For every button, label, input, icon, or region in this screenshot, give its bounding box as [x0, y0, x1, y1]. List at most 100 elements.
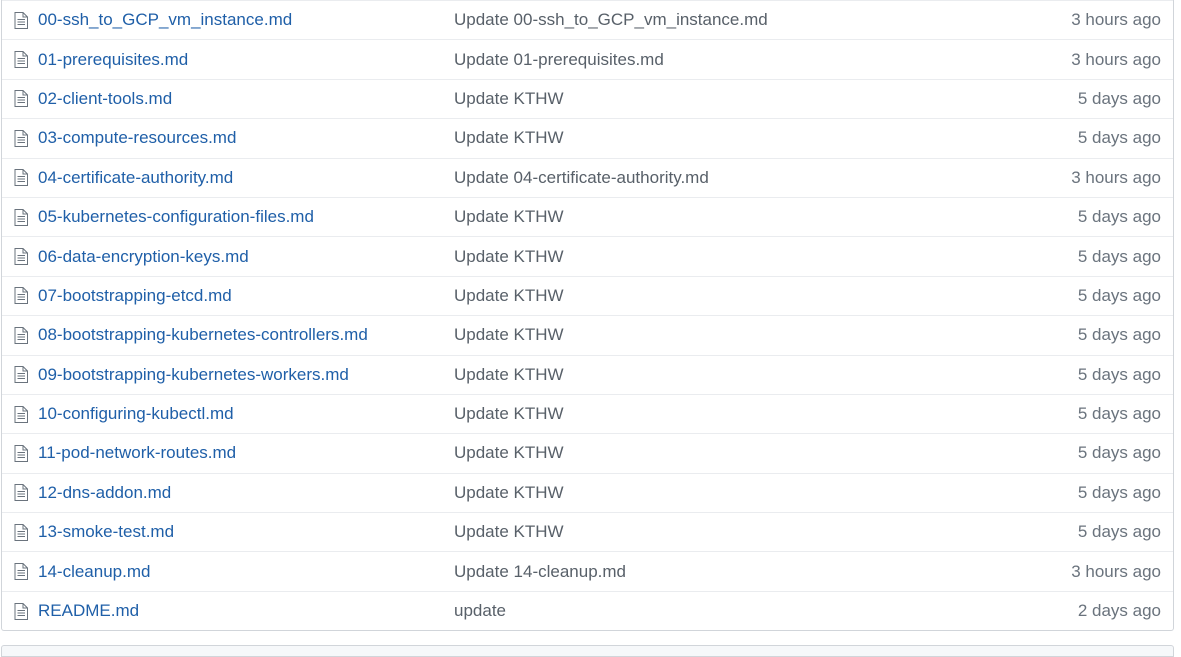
file-name-cell: 09-bootstrapping-kubernetes-workers.md [38, 365, 454, 385]
commit-message-link[interactable]: Update 01-prerequisites.md [454, 50, 664, 69]
commit-message-cell: Update 01-prerequisites.md [454, 50, 961, 70]
file-name-link[interactable]: 00-ssh_to_GCP_vm_instance.md [38, 10, 292, 29]
file-row[interactable]: 00-ssh_to_GCP_vm_instance.md Update 00-ss… [2, 0, 1173, 39]
commit-message-cell: Update KTHW [454, 483, 961, 503]
file-text-icon [2, 366, 38, 384]
commit-message-cell: Update KTHW [454, 89, 961, 109]
commit-message-link[interactable]: Update KTHW [454, 89, 564, 108]
file-row[interactable]: 07-bootstrapping-etcd.md Update KTHW 5 day… [2, 275, 1173, 315]
file-name-link[interactable]: 08-bootstrapping-kubernetes-controllers.… [38, 325, 368, 344]
file-name-cell: 04-certificate-authority.md [38, 168, 454, 188]
commit-message-link[interactable]: update [454, 601, 506, 620]
file-name-link[interactable]: 14-cleanup.md [38, 562, 150, 581]
file-name-link[interactable]: README.md [38, 601, 139, 620]
file-row[interactable]: README.md update 2 days ago [2, 590, 1173, 630]
commit-message-cell: Update 00-ssh_to_GCP_vm_instance.md [454, 10, 961, 30]
file-row[interactable]: 11-pod-network-routes.md Update KTHW 5 day… [2, 433, 1173, 472]
file-row[interactable]: 10-configuring-kubectl.md Update KTHW 5 da… [2, 393, 1173, 433]
file-name-cell: 08-bootstrapping-kubernetes-controllers.… [38, 325, 454, 345]
commit-age: 3 hours ago [1071, 167, 1161, 187]
file-name-link[interactable]: 13-smoke-test.md [38, 522, 174, 541]
commit-age: 5 days ago [1077, 443, 1161, 463]
file-name-cell: 06-data-encryption-keys.md [38, 247, 454, 267]
file-row[interactable]: 02-client-tools.md Update KTHW 5 days ago [2, 78, 1173, 118]
file-row[interactable]: 01-prerequisites.md Update 01-prerequisit… [2, 39, 1173, 78]
commit-message-cell: Update KTHW [454, 443, 961, 463]
file-name-cell: 00-ssh_to_GCP_vm_instance.md [38, 10, 454, 30]
commit-message-link[interactable]: Update 14-cleanup.md [454, 562, 626, 581]
commit-age: 2 days ago [1077, 601, 1161, 621]
commit-message-link[interactable]: Update KTHW [454, 404, 564, 423]
file-name-link[interactable]: 02-client-tools.md [38, 89, 172, 108]
file-row[interactable]: 05-kubernetes-configuration-files.md Upda… [2, 196, 1173, 236]
commit-message-cell: Update KTHW [454, 207, 961, 227]
file-name-link[interactable]: 01-prerequisites.md [38, 50, 188, 69]
commit-age: 5 days ago [1077, 482, 1161, 502]
file-text-icon [2, 208, 38, 226]
file-name-link[interactable]: 07-bootstrapping-etcd.md [38, 286, 232, 305]
file-row[interactable]: 14-cleanup.md Update 14-cleanup.md 3 hours… [2, 551, 1173, 590]
file-name-cell: 07-bootstrapping-etcd.md [38, 286, 454, 306]
commit-message-cell: Update KTHW [454, 522, 961, 542]
commit-message-link[interactable]: Update KTHW [454, 522, 564, 541]
commit-age: 5 days ago [1077, 325, 1161, 345]
file-name-link[interactable]: 12-dns-addon.md [38, 483, 171, 502]
file-row[interactable]: 09-bootstrapping-kubernetes-workers.md Up… [2, 354, 1173, 394]
commit-message-link[interactable]: Update KTHW [454, 247, 564, 266]
commit-message-link[interactable]: Update 00-ssh_to_GCP_vm_instance.md [454, 10, 768, 29]
commit-message-link[interactable]: Update KTHW [454, 207, 564, 226]
commit-age: 5 days ago [1077, 404, 1161, 424]
commit-message-link[interactable]: Update KTHW [454, 443, 564, 462]
commit-message-cell: Update KTHW [454, 247, 961, 267]
file-name-link[interactable]: 11-pod-network-routes.md [38, 443, 236, 462]
file-row[interactable]: 04-certificate-authority.md Update 04-cer… [2, 157, 1173, 197]
file-name-cell: 14-cleanup.md [38, 562, 454, 582]
file-row[interactable]: 08-bootstrapping-kubernetes-controllers.… [2, 315, 1173, 354]
commit-message-cell: Update KTHW [454, 286, 961, 306]
file-name-cell: README.md [38, 601, 454, 621]
commit-message-cell: Update 04-certificate-authority.md [454, 168, 961, 188]
file-text-icon [2, 484, 38, 502]
file-name-cell: 01-prerequisites.md [38, 50, 454, 70]
file-name-cell: 13-smoke-test.md [38, 522, 454, 542]
file-row[interactable]: 03-compute-resources.md Update KTHW 5 days… [2, 118, 1173, 157]
commit-age: 3 hours ago [1071, 10, 1161, 30]
file-text-icon [2, 405, 38, 423]
commit-message-link[interactable]: Update KTHW [454, 128, 564, 147]
commit-message-cell: Update KTHW [454, 325, 961, 345]
commit-age: 5 days ago [1077, 207, 1161, 227]
commit-age: 3 hours ago [1071, 49, 1161, 69]
file-row[interactable]: 12-dns-addon.md Update KTHW 5 days ago [2, 472, 1173, 512]
commit-message-link[interactable]: Update KTHW [454, 325, 564, 344]
file-name-cell: 03-compute-resources.md [38, 128, 454, 148]
file-text-icon [2, 326, 38, 344]
file-text-icon [2, 248, 38, 266]
file-text-icon [2, 602, 38, 620]
file-text-icon [2, 129, 38, 147]
commit-message-cell: Update KTHW [454, 404, 961, 424]
file-name-cell: 02-client-tools.md [38, 89, 454, 109]
file-list-table: 00-ssh_to_GCP_vm_instance.md Update 00-ss… [1, 0, 1174, 632]
commit-message-link[interactable]: Update KTHW [454, 365, 564, 384]
commit-age: 5 days ago [1077, 364, 1161, 384]
commit-message-link[interactable]: Update 04-certificate-authority.md [454, 168, 709, 187]
file-name-cell: 10-configuring-kubectl.md [38, 404, 454, 424]
file-text-icon [2, 51, 38, 69]
file-name-link[interactable]: 06-data-encryption-keys.md [38, 247, 249, 266]
next-panel-edge [1, 645, 1174, 657]
commit-message-cell: update [454, 601, 961, 621]
file-row[interactable]: 06-data-encryption-keys.md Update KTHW 5 d… [2, 236, 1173, 275]
commit-age: 5 days ago [1077, 285, 1161, 305]
file-name-link[interactable]: 10-configuring-kubectl.md [38, 404, 234, 423]
commit-message-link[interactable]: Update KTHW [454, 483, 564, 502]
file-name-link[interactable]: 04-certificate-authority.md [38, 168, 233, 187]
commit-message-link[interactable]: Update KTHW [454, 286, 564, 305]
commit-message-cell: Update KTHW [454, 365, 961, 385]
file-name-link[interactable]: 05-kubernetes-configuration-files.md [38, 207, 314, 226]
commit-age: 5 days ago [1077, 128, 1161, 148]
file-name-link[interactable]: 03-compute-resources.md [38, 128, 236, 147]
file-row[interactable]: 13-smoke-test.md Update KTHW 5 days ago [2, 512, 1173, 551]
file-name-link[interactable]: 09-bootstrapping-kubernetes-workers.md [38, 365, 349, 384]
commit-message-cell: Update 14-cleanup.md [454, 562, 961, 582]
commit-message-cell: Update KTHW [454, 128, 961, 148]
